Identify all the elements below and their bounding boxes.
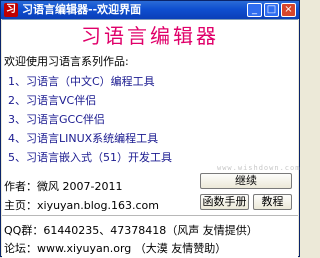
tutorial-button[interactable]: 教程: [253, 194, 292, 210]
divider: [2, 215, 298, 216]
forum-text: 论坛：www.xiyuyan.org （大漠 友情赞助）: [4, 242, 227, 255]
product-item: 1、习语言（中文C）编程工具: [8, 75, 155, 88]
product-item: 2、习语言VC伴侣: [8, 94, 97, 107]
app-icon: 习: [4, 3, 18, 17]
product-item: 3、习语言GCC伴侣: [8, 113, 105, 126]
product-list: 1、习语言（中文C）编程工具 2、习语言VC伴侣 3、习语言GCC伴侣 4、习语…: [8, 72, 172, 167]
author-text: 作者：微风 2007-2011: [4, 180, 123, 193]
maximize-button[interactable]: □: [264, 3, 279, 17]
homepage-text: 主页：xiyuyan.blog.163.com: [4, 199, 159, 212]
product-item: 4、习语言LINUX系统编程工具: [8, 132, 159, 145]
app-heading: 习语言编辑器: [81, 24, 219, 48]
minimize-button[interactable]: _: [247, 3, 262, 17]
close-button[interactable]: ×: [281, 3, 296, 17]
window-title: 习语言编辑器--欢迎界面: [22, 3, 142, 16]
function-manual-button[interactable]: 函数手册: [200, 194, 249, 210]
welcome-text: 欢迎使用习语言系列作品:: [4, 55, 129, 68]
welcome-panel: 习语言编辑器 欢迎使用习语言系列作品: 1、习语言（中文C）编程工具 2、习语言…: [2, 19, 301, 258]
product-item: 5、习语言嵌入式（51）开发工具: [8, 151, 172, 164]
continue-button[interactable]: 继续: [200, 173, 292, 189]
title-bar[interactable]: 习 习语言编辑器--欢迎界面 _ □ ×: [1, 1, 299, 19]
welcome-window: 习 习语言编辑器--欢迎界面 _ □ × 习语言编辑器 欢迎使用习语言系列作品:…: [0, 0, 301, 258]
watermark: www.wishdown.com: [217, 164, 301, 172]
qq-group-text: QQ群：61440235、47378418（风声 友情提供）: [4, 224, 258, 237]
